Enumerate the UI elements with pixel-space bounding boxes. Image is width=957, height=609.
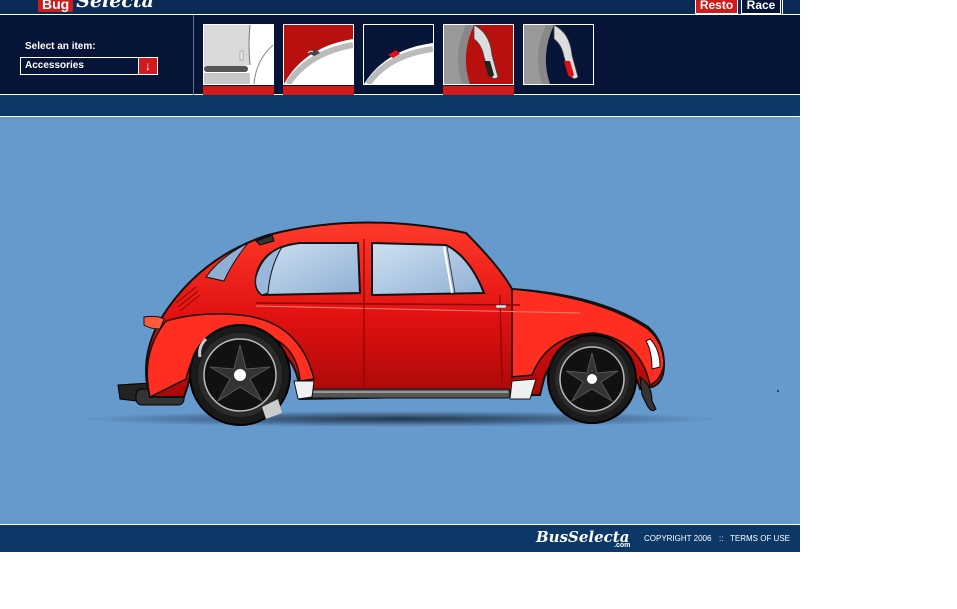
car-stage (0, 117, 800, 524)
running-board (309, 388, 511, 399)
item-select-value: Accessories (25, 60, 84, 71)
logo-bug: Bug (38, 0, 74, 12)
rear-wheel (189, 324, 291, 426)
logo-selecta: Selecta (76, 0, 154, 12)
footer: BusSelecta .com COPYRIGHT 2006 :: TERMS … (0, 524, 800, 552)
thumb-fender-flare-red-bar (283, 86, 354, 95)
thumb-side-trim[interactable] (203, 24, 274, 85)
footer-separator: :: (719, 534, 724, 543)
thumb-mudflap-red-bar (443, 86, 514, 95)
thumb-fender-flare-blue[interactable] (363, 24, 434, 85)
thumb-mudflap-blue[interactable] (523, 24, 594, 85)
arrow-down-icon[interactable]: ↓ (138, 58, 157, 74)
bug-selecta-logo: Bug Selecta (38, 0, 154, 12)
top-bar-cap (782, 0, 800, 14)
panel-divider (193, 15, 194, 95)
thumb-fender-flare-red[interactable] (283, 24, 354, 85)
item-select-dropdown[interactable]: Accessories ↓ (20, 57, 158, 75)
car-shadow (80, 411, 720, 427)
tab-race[interactable]: Race (741, 0, 781, 14)
sub-strip (0, 95, 800, 117)
taillight (143, 315, 165, 330)
thumb-mudflap-red[interactable] (443, 24, 514, 85)
select-item-label: Select an item: (25, 41, 96, 52)
app-window: Bug Selecta Resto Race Select an item: A… (0, 0, 800, 552)
selector-panel: Select an item: Accessories ↓ (0, 14, 800, 95)
footer-brand-sub: .com (614, 542, 631, 549)
top-bar: Bug Selecta Resto Race (0, 0, 800, 14)
thumb-side-trim-bar (203, 86, 274, 95)
vw-beetle-illustration (80, 221, 779, 427)
terms-of-use-link[interactable]: TERMS OF USE (730, 534, 790, 543)
front-wheel (547, 334, 637, 424)
tab-resto[interactable]: Resto (695, 0, 738, 14)
footer-copyright: COPYRIGHT 2006 (644, 534, 712, 543)
